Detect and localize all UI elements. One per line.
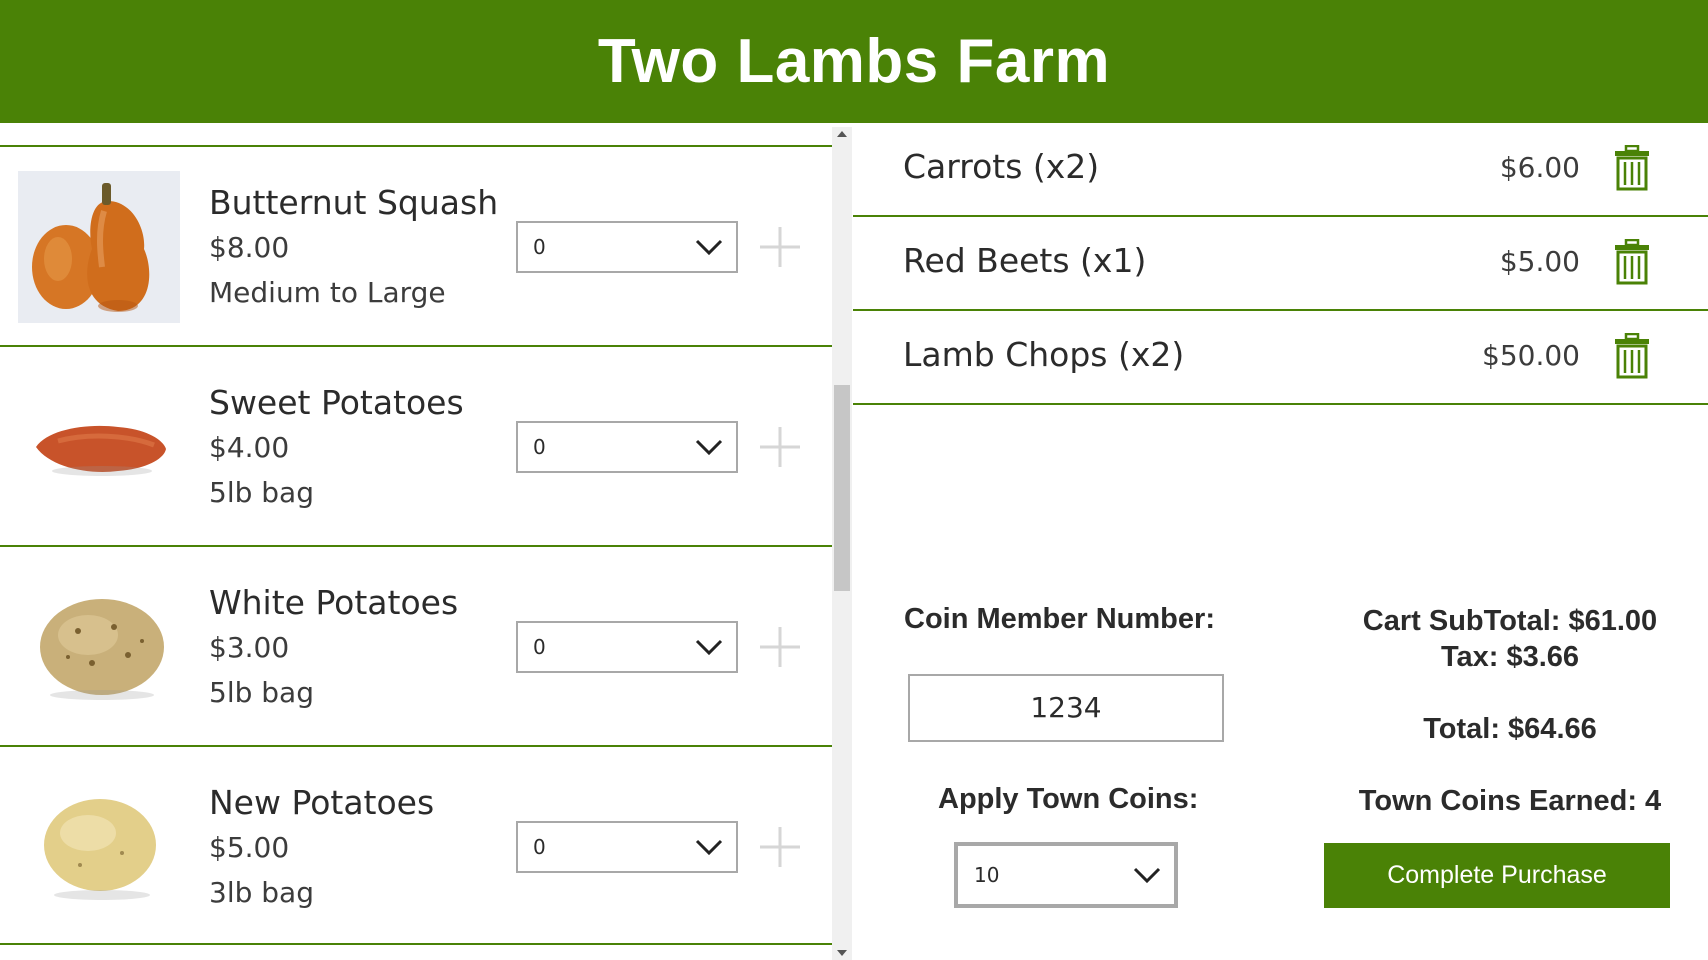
cart-list: Carrots (x2) $6.00 Red Beets (x1) $5.00 … — [853, 123, 1708, 405]
cart-item: Red Beets (x1) $5.00 — [853, 217, 1708, 311]
plus-icon[interactable] — [758, 225, 802, 269]
quantity-value: 0 — [533, 635, 546, 659]
town-coins-earned: Town Coins Earned: 4 — [1358, 785, 1662, 817]
product-name: Sweet Potatoes — [209, 383, 464, 422]
apply-town-coins-label: Apply Town Coins: — [938, 783, 1199, 815]
product-item: Butternut Squash $8.00 Medium to Large 0 — [0, 145, 832, 345]
product-description: 3lb bag — [209, 876, 314, 909]
cart-item: Carrots (x2) $6.00 — [853, 123, 1708, 217]
product-image-sweet-potato — [18, 371, 180, 523]
product-item: New Potatoes $5.00 3lb bag 0 — [0, 745, 832, 945]
cart-total: Total: $64.66 — [1423, 713, 1597, 745]
product-price: $8.00 — [209, 231, 290, 264]
apply-town-coins-dropdown[interactable]: 10 — [954, 842, 1178, 908]
plus-icon[interactable] — [758, 425, 802, 469]
chevron-down-icon — [695, 639, 723, 656]
quantity-dropdown[interactable]: 0 — [516, 821, 738, 873]
quantity-dropdown[interactable]: 0 — [516, 421, 738, 473]
product-price: $4.00 — [209, 431, 290, 464]
cart-item: Lamb Chops (x2) $50.00 — [853, 311, 1708, 405]
apply-town-coins-value: 10 — [974, 863, 1000, 887]
app-title: Two Lambs Farm — [597, 27, 1111, 96]
product-item: Sweet Potatoes $4.00 5lb bag 0 — [0, 345, 832, 545]
product-list-panel: Butternut Squash $8.00 Medium to Large 0… — [0, 123, 852, 960]
plus-icon[interactable] — [758, 825, 802, 869]
quantity-value: 0 — [533, 435, 546, 459]
product-list: Butternut Squash $8.00 Medium to Large 0… — [0, 145, 832, 945]
chevron-down-icon — [695, 839, 723, 856]
cart-tax: Tax: $3.66 — [1440, 641, 1580, 673]
cart-item-price: $50.00 — [1482, 339, 1580, 372]
cart-item-name: Lamb Chops (x2) — [903, 335, 1185, 374]
cart-item-name: Red Beets (x1) — [903, 241, 1147, 280]
quantity-dropdown[interactable]: 0 — [516, 621, 738, 673]
trash-icon[interactable] — [1614, 333, 1650, 379]
cart-item-price: $5.00 — [1499, 245, 1580, 278]
cart-item-name: Carrots (x2) — [903, 147, 1100, 186]
product-name: White Potatoes — [209, 583, 459, 622]
product-description: 5lb bag — [209, 476, 314, 509]
chevron-down-icon — [695, 239, 723, 256]
product-image-butternut-squash — [18, 171, 180, 323]
product-name: Butternut Squash — [209, 183, 499, 222]
product-price: $3.00 — [209, 631, 290, 664]
product-description: 5lb bag — [209, 676, 314, 709]
complete-purchase-button[interactable]: Complete Purchase — [1324, 843, 1670, 908]
product-image-new-potato — [18, 771, 180, 923]
quantity-dropdown[interactable]: 0 — [516, 221, 738, 273]
scroll-up-arrow-icon[interactable] — [837, 131, 847, 137]
product-list-scrollbar[interactable] — [832, 127, 852, 960]
quantity-value: 0 — [533, 235, 546, 259]
plus-icon[interactable] — [758, 625, 802, 669]
coin-member-number-input[interactable]: 1234 — [908, 674, 1224, 742]
product-price: $5.00 — [209, 831, 290, 864]
scroll-down-arrow-icon[interactable] — [837, 950, 847, 956]
product-image-white-potato — [18, 571, 180, 723]
cart-item-price: $6.00 — [1499, 151, 1580, 184]
quantity-value: 0 — [533, 835, 546, 859]
chevron-down-icon — [695, 439, 723, 456]
product-item: White Potatoes $3.00 5lb bag 0 — [0, 545, 832, 745]
cart-subtotal: Cart SubTotal: $61.00 — [1362, 605, 1658, 637]
trash-icon[interactable] — [1614, 239, 1650, 285]
chevron-down-icon — [1133, 867, 1161, 884]
trash-icon[interactable] — [1614, 145, 1650, 191]
product-name: New Potatoes — [209, 783, 435, 822]
app-header: Two Lambs Farm — [0, 0, 1708, 123]
coin-member-number-label: Coin Member Number: — [904, 603, 1215, 635]
scroll-thumb[interactable] — [834, 385, 850, 591]
product-description: Medium to Large — [209, 276, 446, 309]
